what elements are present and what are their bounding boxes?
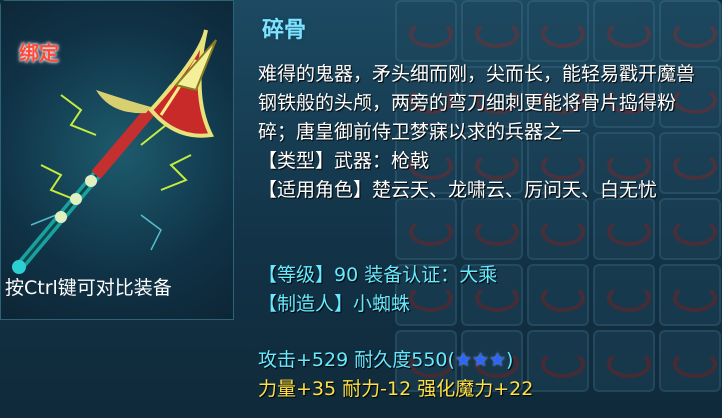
level-label: 【等级】 <box>258 264 335 286</box>
maker-label: 【制造人】 <box>258 293 354 315</box>
attack-stat: 攻击+529 <box>258 349 349 371</box>
item-name: 碎骨 <box>262 18 307 43</box>
bind-badge: 绑定 <box>19 41 59 65</box>
cert-label: 装备认证： <box>364 264 460 286</box>
role-value: 楚云天、龙啸云、厉问天、白无忧 <box>372 179 658 201</box>
level-line: 【等级】90 装备认证：大乘 <box>258 260 497 287</box>
durability-close: ) <box>506 349 514 371</box>
endurance-stat: 耐力-12 <box>342 378 412 400</box>
maker-value: 小蜘蛛 <box>353 293 411 315</box>
strength-stat: 力量+35 <box>258 378 337 400</box>
description-text: 难得的鬼器，矛头细而刚，尖而长，能轻易戳开魔兽钢铁般的头颅，两旁的弯刀细刺更能将… <box>258 63 696 143</box>
item-tooltip: 绑定 按Ctrl键可对比装备 碎骨 难得的鬼器，矛头细而刚，尖而长，能轻易戳开魔… <box>0 0 722 418</box>
level-value: 90 <box>334 264 359 286</box>
item-preview-panel: 绑定 按Ctrl键可对比装备 <box>0 0 234 320</box>
type-value: 武器：枪戟 <box>334 150 430 172</box>
compare-hint: 按Ctrl键可对比装备 <box>5 277 172 299</box>
role-label: 【适用角色】 <box>258 179 373 201</box>
star-rating: ★★★ <box>454 349 507 371</box>
bonus-line: 力量+35 耐力-12 强化魔力+22 <box>258 374 533 401</box>
cert-value: 大乘 <box>459 264 498 286</box>
magic-stat: 强化魔力+22 <box>417 378 534 400</box>
durability-stat: 耐久度550( <box>354 349 455 371</box>
attack-line: 攻击+529 耐久度550(★★★) <box>258 345 513 372</box>
item-description: 难得的鬼器，矛头细而刚，尖而长，能轻易戳开魔兽钢铁般的头颅，两旁的弯刀细刺更能将… <box>258 60 698 205</box>
maker-line: 【制造人】小蜘蛛 <box>258 289 410 316</box>
type-label: 【类型】 <box>258 150 335 172</box>
